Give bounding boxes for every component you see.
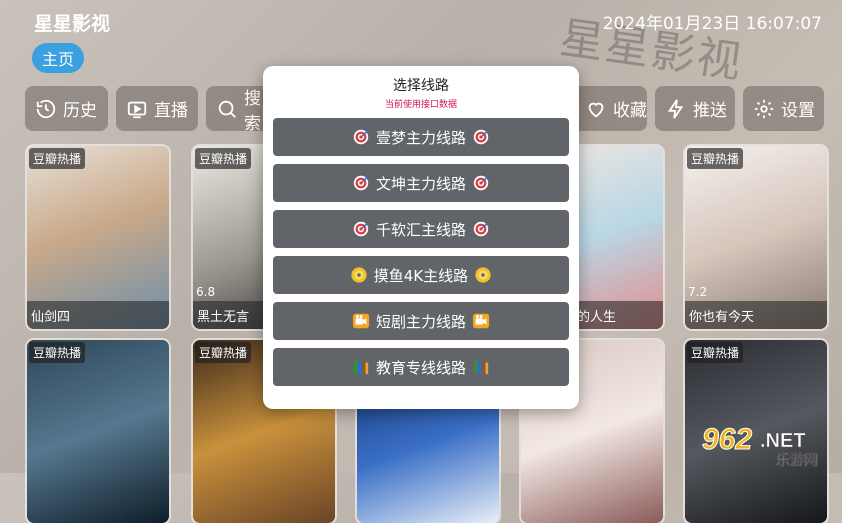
search-icon: [218, 100, 236, 118]
poster-card[interactable]: 豆瓣热播: [27, 340, 169, 523]
history-button[interactable]: 历史: [25, 86, 108, 131]
favorites-button[interactable]: 收藏: [575, 86, 647, 131]
site-logo: 962 .NET 乐游网: [702, 423, 818, 468]
douban-badge: 豆瓣热播: [687, 342, 744, 363]
disc-icon: [351, 267, 367, 283]
douban-badge: 豆瓣热播: [195, 342, 252, 363]
route-label: 壹梦主力线路: [375, 128, 466, 147]
live-button[interactable]: 直播: [116, 86, 198, 131]
poster-card[interactable]: 豆瓣热播 7.2 你也有今天: [685, 146, 827, 329]
dialog-title: 选择线路: [393, 78, 449, 94]
dialog-subtitle: 当前使用接口数据: [384, 100, 457, 110]
rating-score: 7.2: [688, 285, 708, 299]
target-icon: [353, 175, 369, 191]
route-label: 文坤主力线路: [375, 174, 466, 193]
douban-badge: 豆瓣热播: [29, 342, 86, 363]
books-icon: [473, 359, 489, 375]
push-label: 推送: [693, 101, 727, 121]
douban-badge: 豆瓣热播: [687, 148, 744, 169]
target-icon: [353, 129, 369, 145]
target-icon: [473, 175, 489, 191]
history-label: 历史: [63, 101, 97, 121]
heart-icon: [588, 102, 604, 117]
gear-icon: [754, 99, 774, 118]
books-icon: [353, 359, 369, 375]
route-option[interactable]: 壹梦主力线路: [273, 118, 569, 156]
poster-title: 你也有今天: [685, 301, 827, 329]
poster-image: [27, 340, 169, 523]
clock: 2024年01月23日 16:07:07: [602, 14, 822, 34]
favorites-label: 收藏: [613, 101, 647, 121]
logo-suffix: .NET: [760, 430, 806, 452]
poster-title: 仙剑四: [27, 301, 169, 329]
app-title: 星星影视: [34, 13, 111, 35]
route-label: 摸鱼4K主线路: [373, 266, 469, 285]
camera-icon: [352, 313, 370, 329]
route-label: 千软汇主线路: [375, 220, 466, 239]
target-icon: [473, 221, 489, 237]
route-option[interactable]: 摸鱼4K主线路: [273, 256, 569, 294]
disc-icon: [475, 267, 491, 283]
rating-score: 6.8: [196, 285, 216, 299]
target-icon: [473, 129, 489, 145]
settings-label: 设置: [781, 101, 815, 121]
tab-home[interactable]: 主页: [32, 43, 84, 73]
route-select-dialog: 选择线路 当前使用接口数据 壹梦主力线路 文坤主力线路 千软汇主线路 摸鱼4K主…: [263, 66, 579, 409]
route-label: 短剧主力线路: [375, 312, 466, 331]
poster-card[interactable]: 豆瓣热播 仙剑四: [27, 146, 169, 329]
history-icon: [36, 99, 56, 118]
lightning-icon: [667, 98, 684, 119]
push-button[interactable]: 推送: [655, 86, 735, 131]
route-option[interactable]: 短剧主力线路: [273, 302, 569, 340]
settings-button[interactable]: 设置: [743, 86, 824, 131]
live-label: 直播: [154, 101, 188, 121]
target-icon: [353, 221, 369, 237]
route-label: 教育专线线路: [375, 358, 466, 377]
douban-badge: 豆瓣热播: [29, 148, 86, 169]
douban-badge: 豆瓣热播: [195, 148, 252, 169]
route-option[interactable]: 千软汇主线路: [273, 210, 569, 248]
logo-number: 962: [702, 423, 752, 456]
camera-icon: [472, 313, 490, 329]
tv-icon: [127, 101, 147, 118]
route-option[interactable]: 文坤主力线路: [273, 164, 569, 202]
route-option[interactable]: 教育专线线路: [273, 348, 569, 386]
logo-subtitle: 乐游网: [776, 452, 818, 467]
